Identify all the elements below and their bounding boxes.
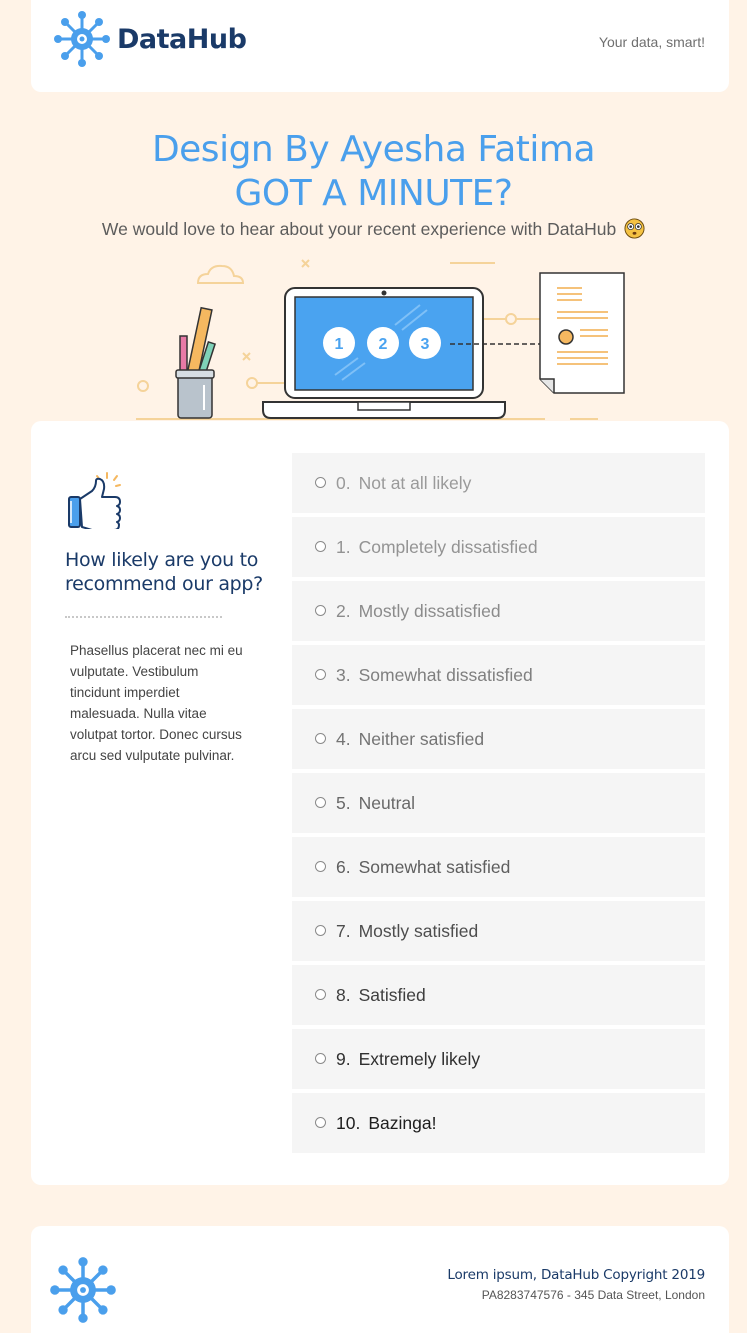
rating-option[interactable]: 0. Not at all likely — [292, 453, 705, 513]
radio-button[interactable] — [315, 860, 326, 872]
footer-info: Lorem ipsum, DataHub Copyright 2019 PA82… — [447, 1267, 705, 1302]
option-number: 1. — [336, 536, 351, 557]
tagline: Your data, smart! — [598, 34, 705, 50]
option-label: Extremely likely — [358, 1048, 481, 1069]
radio-button[interactable] — [315, 732, 326, 744]
footer-card: Lorem ipsum, DataHub Copyright 2019 PA82… — [31, 1226, 729, 1333]
rating-option[interactable]: 3. Somewhat dissatisfied — [292, 645, 705, 705]
option-number: 10. — [336, 1112, 361, 1133]
header-card: DataHub Your data, smart! — [31, 0, 729, 92]
radio-button[interactable] — [315, 1052, 326, 1064]
step-circles: 1 2 3 — [323, 327, 441, 359]
rating-option[interactable]: 7. Mostly satisfied — [292, 901, 705, 961]
hero-title: Design By Ayesha Fatima — [151, 129, 596, 170]
rating-option[interactable]: 6. Somewhat satisfied — [292, 837, 705, 897]
step-label: 3 — [421, 336, 430, 353]
brand-name: DataHub — [117, 23, 247, 55]
option-label: Mostly dissatisfied — [358, 600, 501, 621]
rating-option[interactable]: 1. Completely dissatisfied — [292, 517, 705, 577]
option-label: Completely dissatisfied — [358, 536, 538, 557]
option-label: Not at all likely — [358, 472, 472, 493]
radio-button[interactable] — [315, 988, 326, 1000]
datahub-logo-icon[interactable] — [49, 1256, 117, 1324]
hero-description: We would love to hear about your recent … — [0, 218, 747, 240]
survey-question: How likely are you to recommend our app? — [65, 549, 263, 595]
option-number: 9. — [336, 1048, 351, 1069]
survey-card: How likely are you to recommend our app?… — [31, 421, 729, 1185]
rating-option[interactable]: 9. Extremely likely — [292, 1029, 705, 1089]
option-number: 8. — [336, 984, 351, 1005]
hero-description-text: We would love to hear about your recent … — [101, 219, 617, 239]
option-label: Mostly satisfied — [358, 920, 479, 941]
option-number: 3. — [336, 664, 351, 685]
divider — [65, 616, 222, 618]
option-number: 2. — [336, 600, 351, 621]
option-label: Neither satisfied — [358, 728, 485, 749]
logo[interactable]: DataHub — [53, 10, 247, 68]
option-number: 4. — [336, 728, 351, 749]
rating-option[interactable]: 5. Neutral — [292, 773, 705, 833]
rating-options: 0. Not at all likely 1. Completely dissatis… — [292, 453, 705, 1157]
thumbs-up-icon — [68, 472, 121, 531]
radio-button[interactable] — [315, 796, 326, 808]
pencil-cup-icon — [175, 306, 217, 419]
rating-option[interactable]: 10. Bazinga! — [292, 1093, 705, 1153]
radio-button[interactable] — [315, 668, 326, 680]
option-number: 0. — [336, 472, 351, 493]
survey-description: Phasellus placerat nec mi eu vulputate. … — [70, 643, 243, 763]
radio-button[interactable] — [315, 1116, 326, 1128]
radio-button[interactable] — [315, 476, 326, 488]
option-label: Somewhat dissatisfied — [358, 664, 533, 685]
radio-button[interactable] — [315, 540, 326, 552]
option-label: Neutral — [358, 792, 416, 813]
flushed-face-emoji-icon — [624, 218, 645, 239]
hero: Design By Ayesha Fatima GOT A MINUTE? We… — [0, 128, 747, 240]
rating-option[interactable]: 8. Satisfied — [292, 965, 705, 1025]
datahub-logo-icon — [54, 11, 110, 67]
step-label: 1 — [335, 336, 344, 353]
option-label: Bazinga! — [368, 1112, 437, 1133]
hero-subtitle: GOT A MINUTE? — [234, 173, 513, 214]
rating-option[interactable]: 2. Mostly dissatisfied — [292, 581, 705, 641]
survey-illustration: 1 2 3 — [136, 259, 625, 420]
document-icon — [539, 272, 625, 394]
footer-copyright: Lorem ipsum, DataHub Copyright 2019 — [447, 1267, 705, 1283]
step-label: 2 — [379, 336, 388, 353]
option-label: Satisfied — [358, 984, 426, 1005]
rating-option[interactable]: 4. Neither satisfied — [292, 709, 705, 769]
radio-button[interactable] — [315, 924, 326, 936]
footer-address: PA8283747576 - 345 Data Street, London — [481, 1288, 705, 1302]
radio-button[interactable] — [315, 604, 326, 616]
option-number: 5. — [336, 792, 351, 813]
option-label: Somewhat satisfied — [358, 856, 511, 877]
option-number: 7. — [336, 920, 351, 941]
question-panel: How likely are you to recommend our app?… — [65, 471, 265, 766]
option-number: 6. — [336, 856, 351, 877]
